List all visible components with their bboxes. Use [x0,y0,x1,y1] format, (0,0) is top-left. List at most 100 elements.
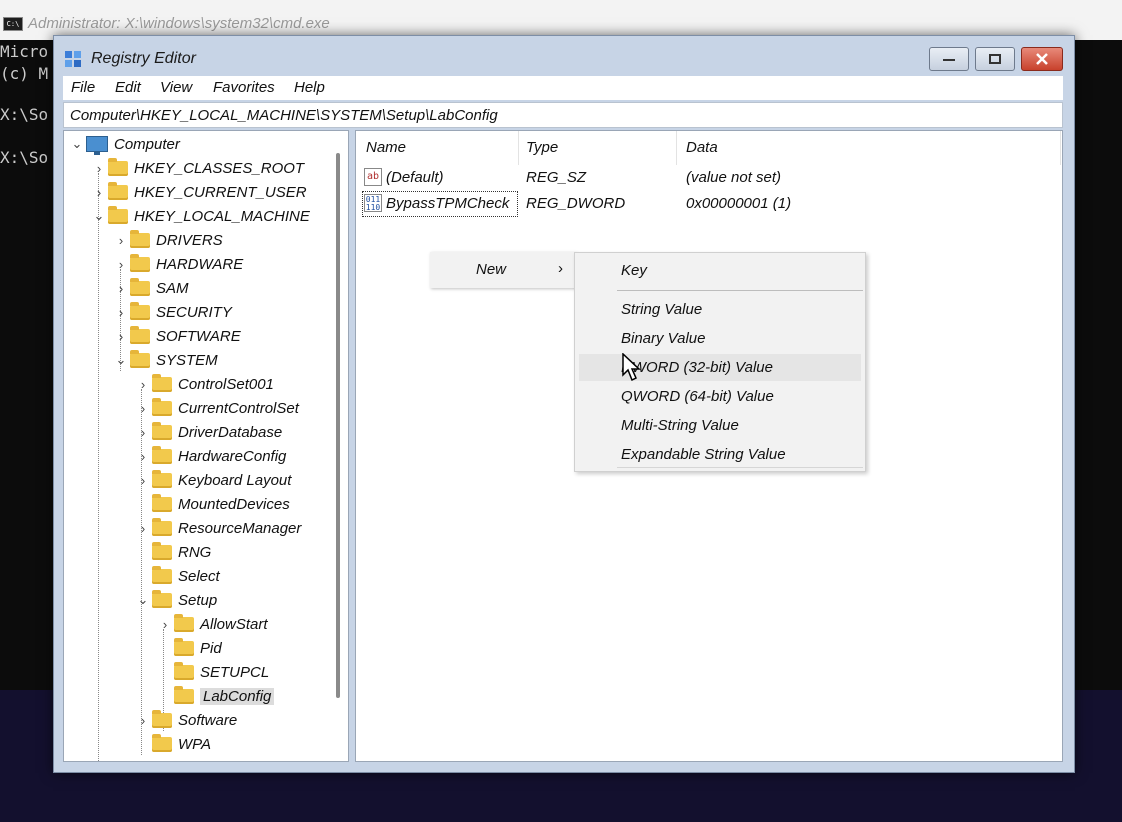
menu-item-multi-string-value[interactable]: Multi-String Value [621,417,739,434]
tree-node-hardwareconfig[interactable]: › HardwareConfig [134,445,286,467]
chevron-right-icon[interactable]: › [134,377,152,392]
chevron-right-icon[interactable]: › [90,161,108,176]
tree-node-driverdatabase[interactable]: › DriverDatabase [134,421,282,443]
menu-item-key[interactable]: Key [621,262,647,279]
tree-node-label: DRIVERS [156,231,223,249]
tree-node-controlset001[interactable]: › ControlSet001 [134,373,274,395]
menu-edit[interactable]: Edit [115,79,141,96]
value-type: REG_DWORD [526,195,626,212]
tree-node-label: SECURITY [156,303,232,321]
menu-item-qword-value[interactable]: QWORD (64-bit) Value [621,388,774,405]
menu-item-string-value[interactable]: String Value [621,301,702,318]
chevron-right-icon[interactable]: › [134,425,152,440]
chevron-down-icon[interactable]: ⌄ [68,136,86,152]
column-header-name[interactable]: Name [366,139,406,156]
tree-node-allowstart[interactable]: › AllowStart [156,613,268,635]
chevron-down-icon[interactable]: ⌄ [90,208,108,224]
tree-node-software[interactable]: › SOFTWARE [112,325,241,347]
tree-scrollbar-thumb[interactable] [336,153,340,698]
tree-node-hkcr[interactable]: › HKEY_CLASSES_ROOT [90,157,304,179]
chevron-right-icon[interactable]: › [134,449,152,464]
folder-icon [130,301,150,320]
tree-node-mounteddevices[interactable]: MountedDevices [134,493,290,515]
new-submenu: Key String Value Binary Value DWORD (32-… [574,252,866,472]
folder-icon [152,565,172,584]
cmd-titlebar[interactable]: C:\ Administrator: X:\windows\system32\c… [0,0,1122,40]
column-header-data[interactable]: Data [686,139,718,156]
tree-node-label: Keyboard Layout [178,471,292,489]
column-divider[interactable] [676,131,677,165]
tree-node-label: HARDWARE [156,255,244,273]
menu-item-binary-value[interactable]: Binary Value [621,330,706,347]
column-divider [1060,131,1061,165]
folder-icon [174,637,194,656]
tree-node-wpa[interactable]: WPA [134,733,211,755]
tree-node-setupcl[interactable]: SETUPCL [156,661,269,683]
tree-node-rng[interactable]: RNG [134,541,211,563]
menu-item-dword-value[interactable]: DWORD (32-bit) Value [621,359,773,376]
tree-node-label: SETUPCL [200,663,270,681]
column-header-type[interactable]: Type [526,139,558,156]
chevron-right-icon[interactable]: › [134,401,152,416]
tree-guide [98,173,99,761]
tree-node-select[interactable]: Select [134,565,220,587]
menu-item-expandable-string-value[interactable]: Expandable String Value [621,446,786,463]
chevron-right-icon[interactable]: › [90,185,108,200]
tree-node-label: Pid [200,639,222,657]
chevron-right-icon[interactable]: › [156,617,174,632]
tree-node-label: DriverDatabase [178,423,283,441]
tree-node-setup[interactable]: ⌄ Setup [134,589,217,611]
close-button[interactable] [1021,47,1063,71]
menu-view[interactable]: View [160,79,192,96]
chevron-down-icon[interactable]: ⌄ [134,592,152,608]
cmd-title: Administrator: X:\windows\system32\cmd.e… [28,15,330,32]
chevron-right-icon[interactable]: › [112,257,130,272]
value-name: BypassTPMCheck [386,195,510,212]
address-bar[interactable]: Computer\HKEY_LOCAL_MACHINE\SYSTEM\Setup… [63,102,1063,128]
tree-node-label: Setup [178,591,218,609]
tree-node-drivers[interactable]: › DRIVERS [112,229,223,251]
tree-node-system[interactable]: ⌄ SYSTEM [112,349,218,371]
maximize-button[interactable] [975,47,1015,71]
minimize-button[interactable] [929,47,969,71]
menu-favorites[interactable]: Favorites [213,79,275,96]
menu-file[interactable]: File [71,79,95,96]
tree-node-resourcemanager[interactable]: › ResourceManager [134,517,301,539]
chevron-right-icon[interactable]: › [134,521,152,536]
tree-node-sam[interactable]: › SAM [112,277,189,299]
chevron-right-icon[interactable]: › [112,305,130,320]
string-value-icon: ab [364,168,382,186]
folder-icon [130,277,150,296]
tree-node-keyboard-layout[interactable]: › Keyboard Layout [134,469,291,491]
key-tree[interactable]: ⌄ Computer › HKEY_CLASSES_ROOT › HKEY_CU… [63,130,349,762]
cmd-line: (c) M [0,64,49,83]
maximize-icon [989,54,1001,64]
chevron-right-icon[interactable]: › [112,281,130,296]
tree-node-pid[interactable]: Pid [156,637,222,659]
tree-node-labconfig[interactable]: LabConfig [156,685,275,707]
tree-node-label: HardwareConfig [178,447,287,465]
tree-node-currentcontrolset[interactable]: › CurrentControlSet [134,397,299,419]
menu-help[interactable]: Help [294,79,325,96]
tree-node-software-system[interactable]: › Software [134,709,237,731]
chevron-right-icon[interactable]: › [134,713,152,728]
close-icon [1036,53,1048,65]
chevron-right-icon[interactable]: › [112,329,130,344]
menu-separator [617,290,863,291]
tree-node-label: AllowStart [200,615,268,633]
chevron-right-icon[interactable]: › [134,473,152,488]
value-name: (Default) [386,169,444,186]
chevron-right-icon[interactable]: › [112,233,130,248]
tree-node-security[interactable]: › SECURITY [112,301,232,323]
address-path: Computer\HKEY_LOCAL_MACHINE\SYSTEM\Setup… [70,107,498,124]
column-divider[interactable] [518,131,519,165]
tree-node-hardware[interactable]: › HARDWARE [112,253,243,275]
tree-node-computer[interactable]: ⌄ Computer [68,133,180,155]
tree-node-hkcu[interactable]: › HKEY_CURRENT_USER [90,181,307,203]
folder-icon [152,493,172,512]
menu-item-new[interactable]: New [476,261,506,278]
tree-node-hklm[interactable]: ⌄ HKEY_LOCAL_MACHINE [90,205,310,227]
cmd-line: Micro [0,42,49,61]
folder-icon [174,661,194,680]
chevron-down-icon[interactable]: ⌄ [112,352,130,368]
